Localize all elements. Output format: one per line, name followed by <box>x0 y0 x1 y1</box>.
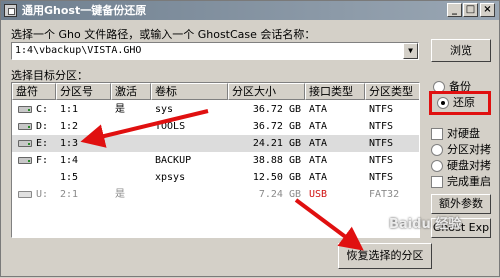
partition-number: 1:5 <box>60 172 79 183</box>
window-title: 通用Ghost一键备份还原 <box>22 4 147 17</box>
active-flag: 是 <box>115 189 125 200</box>
browse-button[interactable]: 浏览 <box>431 39 491 62</box>
target-partition-label: 选择目标分区： <box>11 69 88 82</box>
partition-copy-option[interactable]: 分区对拷 <box>431 143 497 157</box>
partition-number: 1:3 <box>60 138 79 149</box>
active-flag <box>115 118 149 135</box>
partition-list[interactable]: 盘符 分区号 激活 卷标 分区大小 接口类型 分区类型 C: 1:1 是 sys… <box>11 82 420 238</box>
restore-highlight-box <box>429 91 491 115</box>
interface-type: ATA <box>309 172 328 183</box>
partition-row-e-selected[interactable]: E: 1:3 24.21 GB ATA NTFS <box>12 135 419 152</box>
fs-type: NTFS <box>369 172 394 183</box>
partition-size: 38.88 GB <box>252 155 301 166</box>
column-header-size[interactable]: 分区大小 <box>228 83 305 100</box>
title-bar: 通用Ghost一键备份还原 _ □ × <box>1 1 499 20</box>
active-flag <box>115 169 149 186</box>
restore-selected-partition-button[interactable]: 恢复选择的分区 <box>338 243 432 269</box>
partition-size: 36.72 GB <box>252 104 301 115</box>
gho-path-value: 1:4\vbackup\VISTA.GHO <box>15 45 142 56</box>
active-flag <box>115 152 149 169</box>
fs-type: NTFS <box>369 104 394 115</box>
partition-number: 1:2 <box>60 121 79 132</box>
interface-type: ATA <box>309 121 328 132</box>
fs-type: NTFS <box>369 155 394 166</box>
interface-type: ATA <box>309 155 328 166</box>
partition-row-u-usb[interactable]: U: 2:1 是 7.24 GB USB FAT32 <box>12 186 419 203</box>
volume-label: BACKUP <box>155 155 192 166</box>
volume-label <box>155 135 227 152</box>
volume-label: TOOLS <box>155 121 186 132</box>
interface-type: ATA <box>309 138 328 149</box>
drive-letter: C: <box>36 104 49 115</box>
volume-label <box>155 186 227 203</box>
radio-disk-copy[interactable] <box>431 160 443 172</box>
checkbox-reboot[interactable] <box>431 176 443 188</box>
drive-letter <box>36 169 54 186</box>
gho-path-combobox[interactable]: 1:4\vbackup\VISTA.GHO ▼ <box>11 42 419 60</box>
column-header-fs-type[interactable]: 分区类型 <box>365 83 419 100</box>
main-window: 通用Ghost一键备份还原 _ □ × 选择一个 Gho 文件路径，或输入一个 … <box>0 0 500 277</box>
reboot-label: 完成重启 <box>447 175 491 188</box>
partition-row-d[interactable]: D: 1:2 TOOLS 36.72 GB ATA NTFS <box>12 118 419 135</box>
minimize-button[interactable]: _ <box>447 3 462 17</box>
partition-number: 1:4 <box>60 155 79 166</box>
volume-label: sys <box>155 104 174 115</box>
partition-row-c[interactable]: C: 1:1 是 sys 36.72 GB ATA NTFS <box>12 101 419 118</box>
partition-row-f[interactable]: F: 1:4 BACKUP 38.88 GB ATA NTFS <box>12 152 419 169</box>
radio-partition-copy[interactable] <box>431 144 443 156</box>
interface-type-usb: USB <box>309 189 328 200</box>
partition-size: 36.72 GB <box>252 121 301 132</box>
column-header-active[interactable]: 激活 <box>111 83 151 100</box>
drive-letter: D: <box>36 121 49 132</box>
extra-params-button[interactable]: 额外参数 <box>431 194 491 214</box>
partition-number: 2:1 <box>60 189 79 200</box>
app-icon <box>4 4 17 17</box>
column-header-partition[interactable]: 分区号 <box>56 83 111 100</box>
hard-drive-icon <box>18 140 32 147</box>
chevron-down-icon[interactable]: ▼ <box>403 43 418 59</box>
drive-letter: F: <box>36 155 49 166</box>
disk-copy-option[interactable]: 硬盘对拷 <box>431 159 497 173</box>
disk-to-disk-option[interactable]: 对硬盘 <box>431 127 497 141</box>
usb-drive-icon <box>18 191 32 198</box>
hard-drive-icon <box>18 123 32 130</box>
column-header-volume[interactable]: 卷标 <box>151 83 228 100</box>
partition-size: 12.50 GB <box>252 172 301 183</box>
maximize-button[interactable]: □ <box>463 3 478 17</box>
checkbox-disk-to-disk[interactable] <box>431 128 443 140</box>
volume-label: xpsys <box>155 172 186 183</box>
column-header-interface[interactable]: 接口类型 <box>305 83 365 100</box>
active-flag: 是 <box>115 104 125 115</box>
partition-row-hidden[interactable]: 1:5 xpsys 12.50 GB ATA NTFS <box>12 169 419 186</box>
disk-copy-label: 硬盘对拷 <box>447 159 491 172</box>
file-path-label: 选择一个 Gho 文件路径，或输入一个 GhostCase 会话名称： <box>11 28 316 41</box>
partition-number: 1:1 <box>60 104 79 115</box>
partition-size: 24.21 GB <box>252 138 301 149</box>
fs-type: NTFS <box>369 121 394 132</box>
hard-drive-icon <box>18 106 32 113</box>
close-button[interactable]: × <box>480 3 495 17</box>
hard-drive-icon <box>18 157 32 164</box>
fs-type: NTFS <box>369 138 394 149</box>
fs-type: FAT32 <box>369 189 400 200</box>
disk-to-disk-label: 对硬盘 <box>447 127 480 140</box>
partition-copy-label: 分区对拷 <box>447 143 491 156</box>
partition-size: 7.24 GB <box>258 189 301 200</box>
column-header-drive[interactable]: 盘符 <box>12 83 56 100</box>
drive-letter: E: <box>36 138 49 149</box>
drive-letter: U: <box>36 189 49 200</box>
reboot-option[interactable]: 完成重启 <box>431 175 497 189</box>
interface-type: ATA <box>309 104 328 115</box>
baidu-watermark: Baidu 经验 <box>389 217 462 232</box>
active-flag <box>115 135 149 152</box>
